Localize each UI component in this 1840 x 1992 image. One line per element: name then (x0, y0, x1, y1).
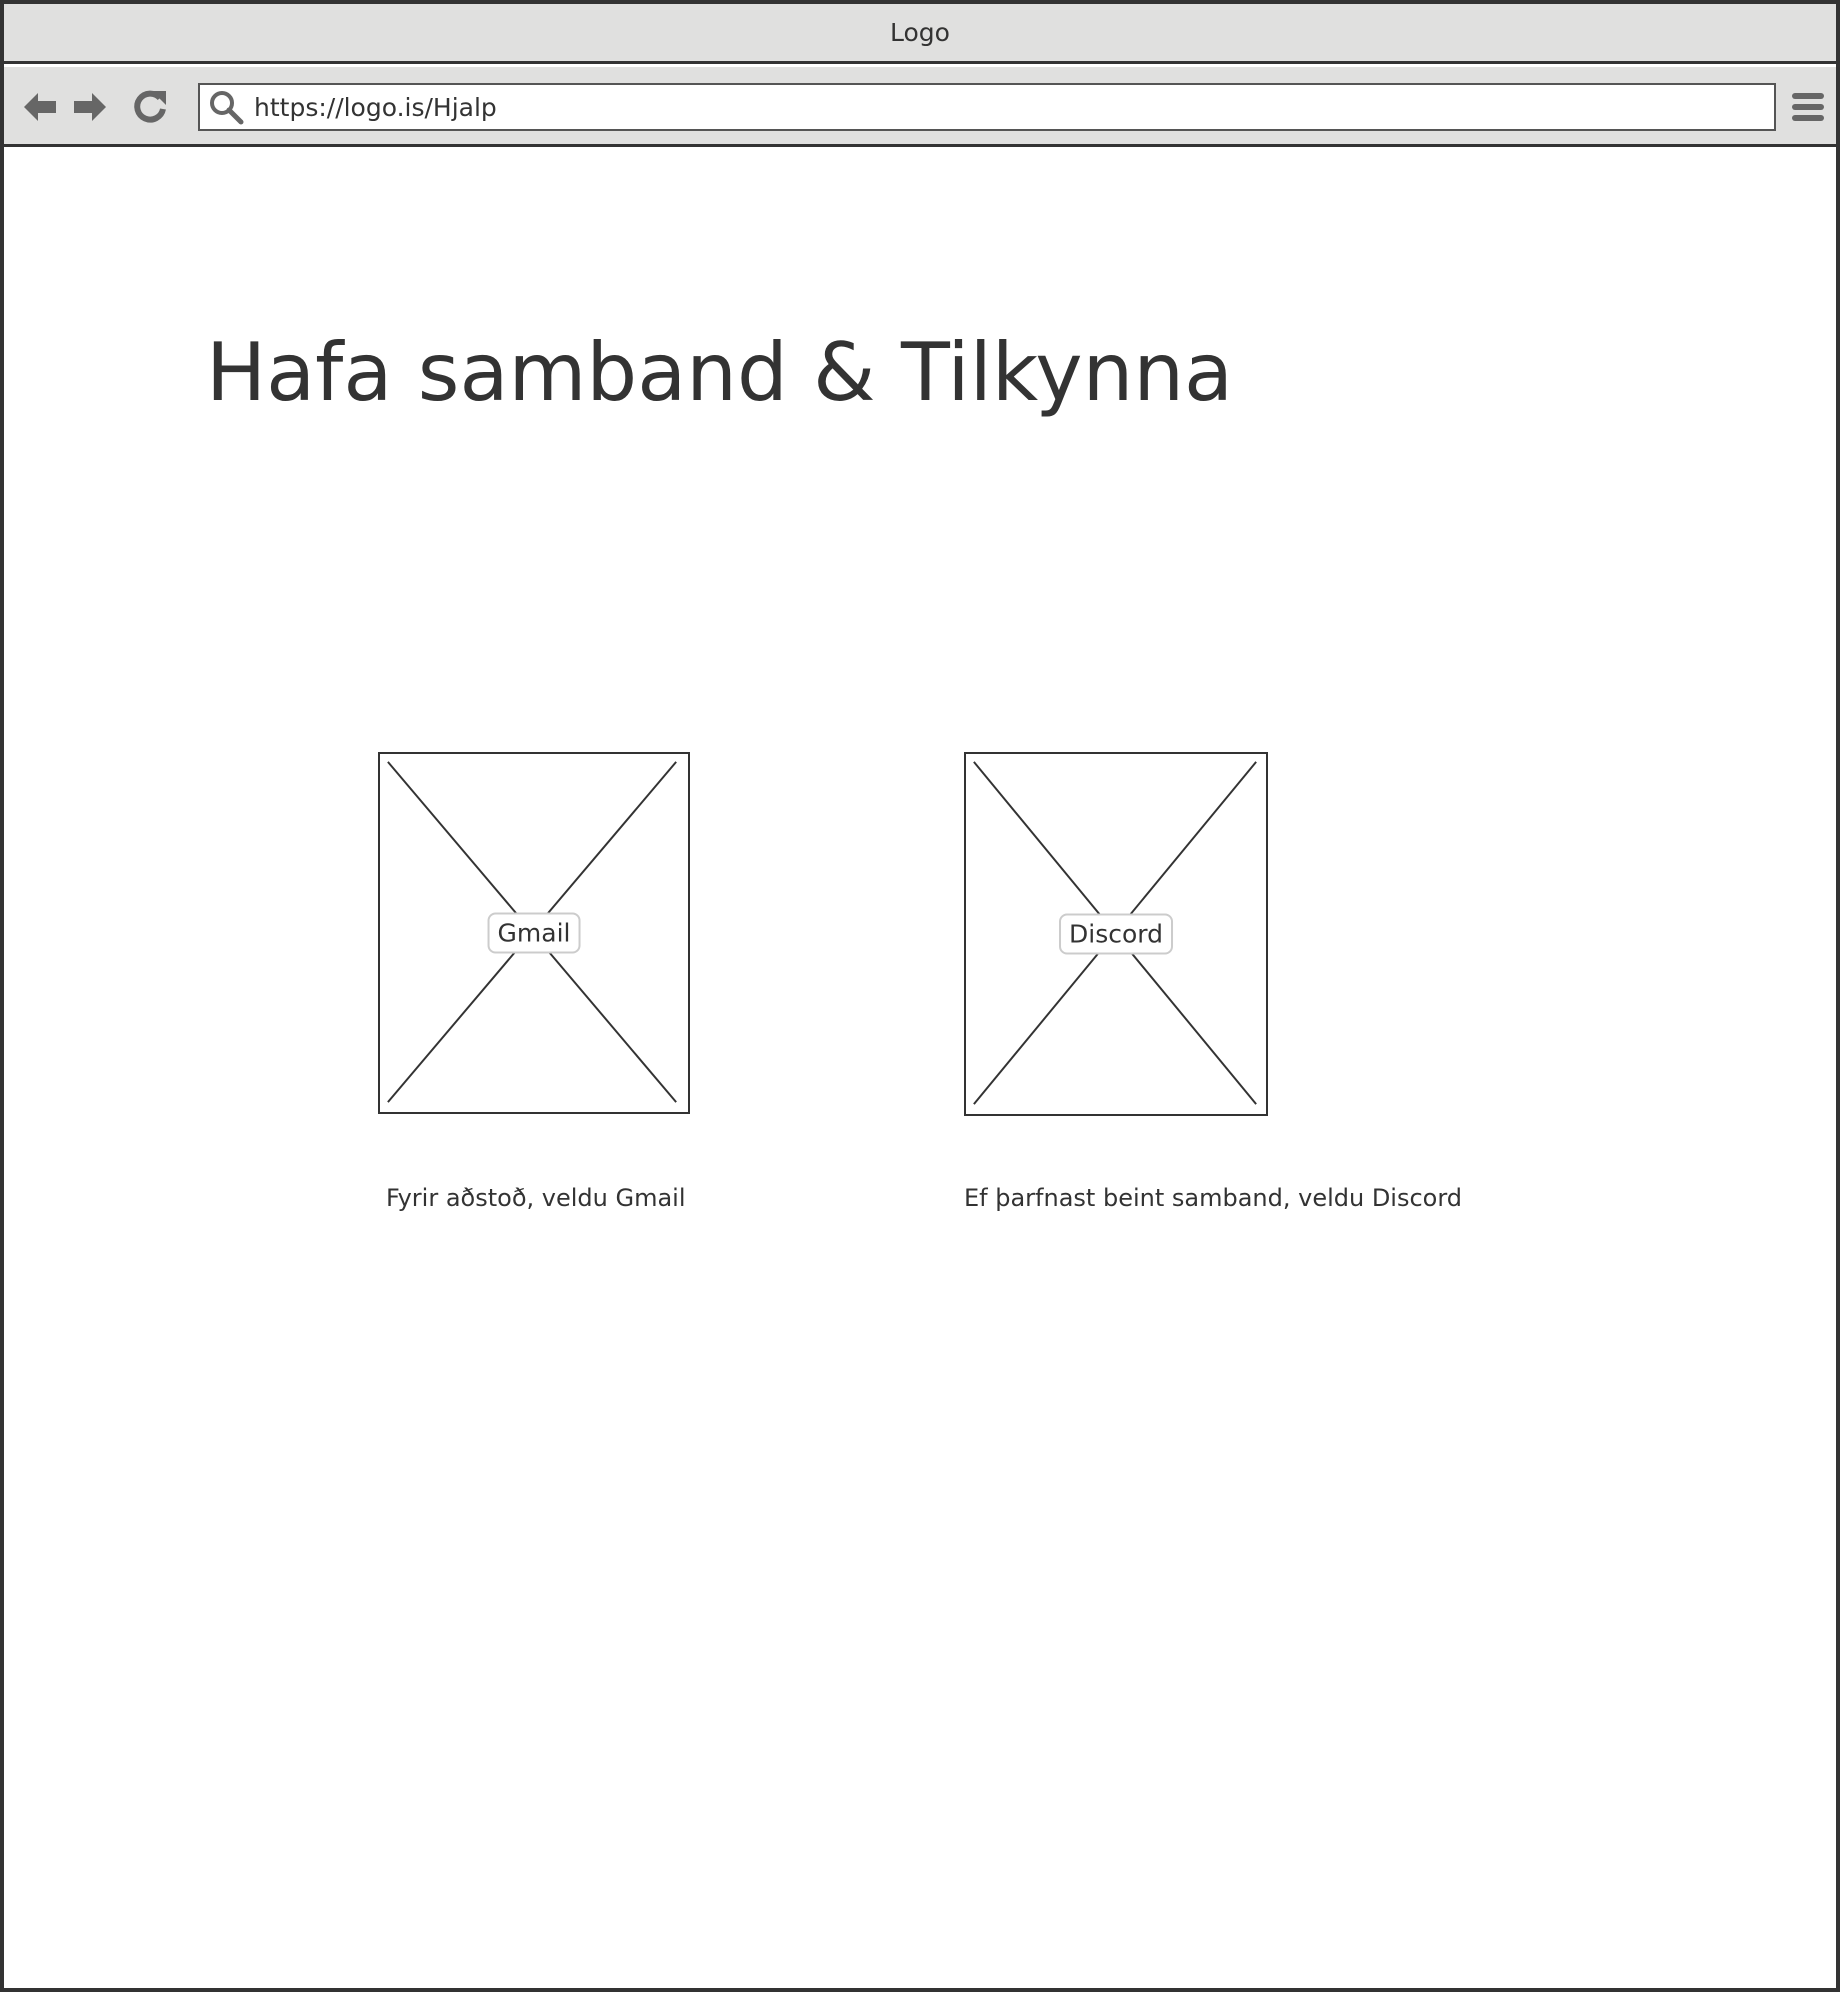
window-title: Logo (890, 18, 950, 47)
browser-toolbar (4, 67, 1836, 147)
discord-caption: Ef þarfnast beint samband, veldu Discord (964, 1184, 1463, 1212)
arrow-right-icon[interactable] (70, 87, 110, 127)
search-icon (208, 89, 244, 125)
address-bar[interactable] (198, 83, 1776, 131)
gmail-label: Gmail (487, 912, 581, 954)
browser-window: Logo https://logo.is/Hjalp Hafa samband … (0, 0, 1840, 1992)
page-title: Hafa samband & Tilkynna (206, 326, 1234, 419)
arrow-left-icon[interactable] (20, 87, 60, 127)
gmail-image-placeholder[interactable]: Gmail (378, 752, 690, 1114)
url-input[interactable] (254, 92, 1734, 122)
discord-image-placeholder[interactable]: Discord (964, 752, 1268, 1116)
reload-icon[interactable] (130, 87, 170, 127)
discord-label: Discord (1059, 913, 1173, 955)
hamburger-menu-icon[interactable] (1790, 87, 1826, 127)
title-bar: Logo (4, 4, 1836, 64)
gmail-caption: Fyrir aðstoð, veldu Gmail (386, 1184, 686, 1212)
